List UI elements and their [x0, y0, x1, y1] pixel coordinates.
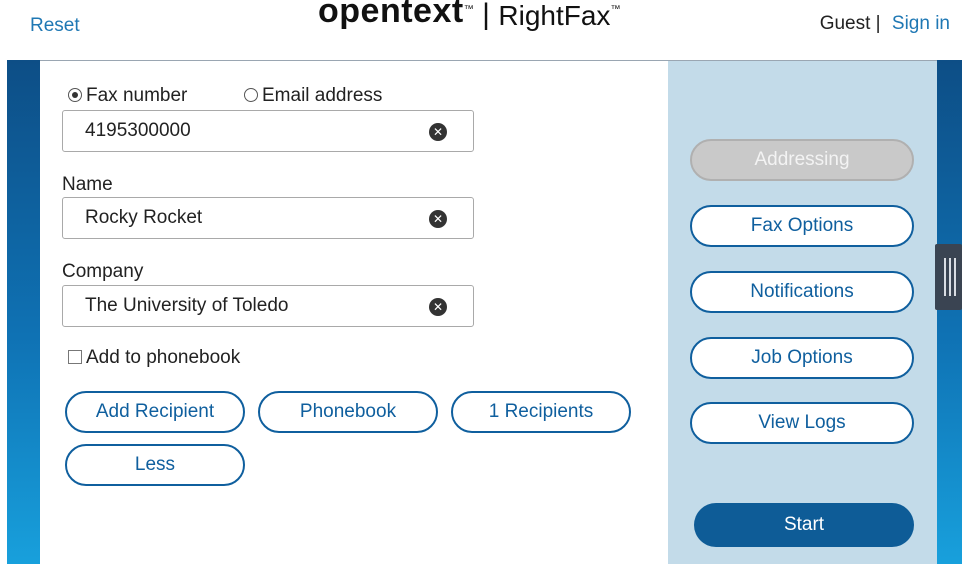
- radio-selected-icon: [68, 88, 82, 102]
- guest-label: Guest |: [819, 13, 881, 34]
- fax-number-field: ✕: [62, 110, 474, 152]
- fax-number-radio[interactable]: Fax number: [68, 85, 187, 107]
- clear-fax-number-icon[interactable]: ✕: [429, 123, 447, 141]
- left-decorative-band: [7, 60, 40, 564]
- start-button[interactable]: Start: [694, 503, 914, 547]
- company-input[interactable]: [85, 295, 415, 317]
- company-field: ✕: [62, 285, 474, 327]
- fax-number-input[interactable]: [85, 120, 415, 142]
- sign-in-link[interactable]: Sign in: [892, 13, 950, 34]
- handle-grip-icon: [954, 258, 956, 296]
- checkbox-icon: [68, 350, 82, 364]
- company-label: Company: [62, 261, 144, 282]
- header: Reset opentext™ | RightFax™ Guest | Sign…: [0, 0, 962, 60]
- fax-number-radio-label: Fax number: [86, 85, 188, 106]
- radio-unselected-icon: [244, 88, 258, 102]
- phonebook-button[interactable]: Phonebook: [258, 391, 438, 433]
- notifications-button[interactable]: Notifications: [690, 271, 914, 313]
- user-area: Guest | Sign in: [820, 13, 950, 35]
- opentext-rightfax-logo: opentext™ | RightFax™: [318, 0, 620, 40]
- name-label: Name: [62, 174, 113, 195]
- job-options-button[interactable]: Job Options: [690, 337, 914, 379]
- fax-options-button[interactable]: Fax Options: [690, 205, 914, 247]
- logo-product: RightFax: [498, 0, 611, 31]
- clear-name-icon[interactable]: ✕: [429, 210, 447, 228]
- view-logs-button[interactable]: View Logs: [690, 402, 914, 444]
- handle-grip-icon: [944, 258, 946, 296]
- logo-brand: opentext: [318, 0, 464, 30]
- reset-link[interactable]: Reset: [30, 15, 80, 37]
- drawer-handle[interactable]: [935, 244, 962, 310]
- add-to-phonebook-checkbox[interactable]: Add to phonebook: [68, 347, 240, 369]
- logo-separator: |: [482, 0, 490, 31]
- recipients-button[interactable]: 1 Recipients: [451, 391, 631, 433]
- logo-tm: ™: [463, 4, 474, 15]
- addressing-form: Fax number Email address ✕ Name ✕ Compan…: [40, 60, 668, 564]
- side-menu: Addressing Fax Options Notifications Job…: [668, 60, 937, 564]
- add-recipient-button[interactable]: Add Recipient: [65, 391, 245, 433]
- handle-grip-icon: [949, 258, 951, 296]
- product-tm: ™: [610, 4, 621, 15]
- right-decorative-band: [937, 60, 962, 564]
- name-field: ✕: [62, 197, 474, 239]
- email-address-radio-label: Email address: [262, 85, 383, 106]
- less-button[interactable]: Less: [65, 444, 245, 486]
- clear-company-icon[interactable]: ✕: [429, 298, 447, 316]
- addressing-button[interactable]: Addressing: [690, 139, 914, 181]
- email-address-radio[interactable]: Email address: [244, 85, 382, 107]
- add-to-phonebook-label: Add to phonebook: [86, 347, 241, 368]
- name-input[interactable]: [85, 207, 415, 229]
